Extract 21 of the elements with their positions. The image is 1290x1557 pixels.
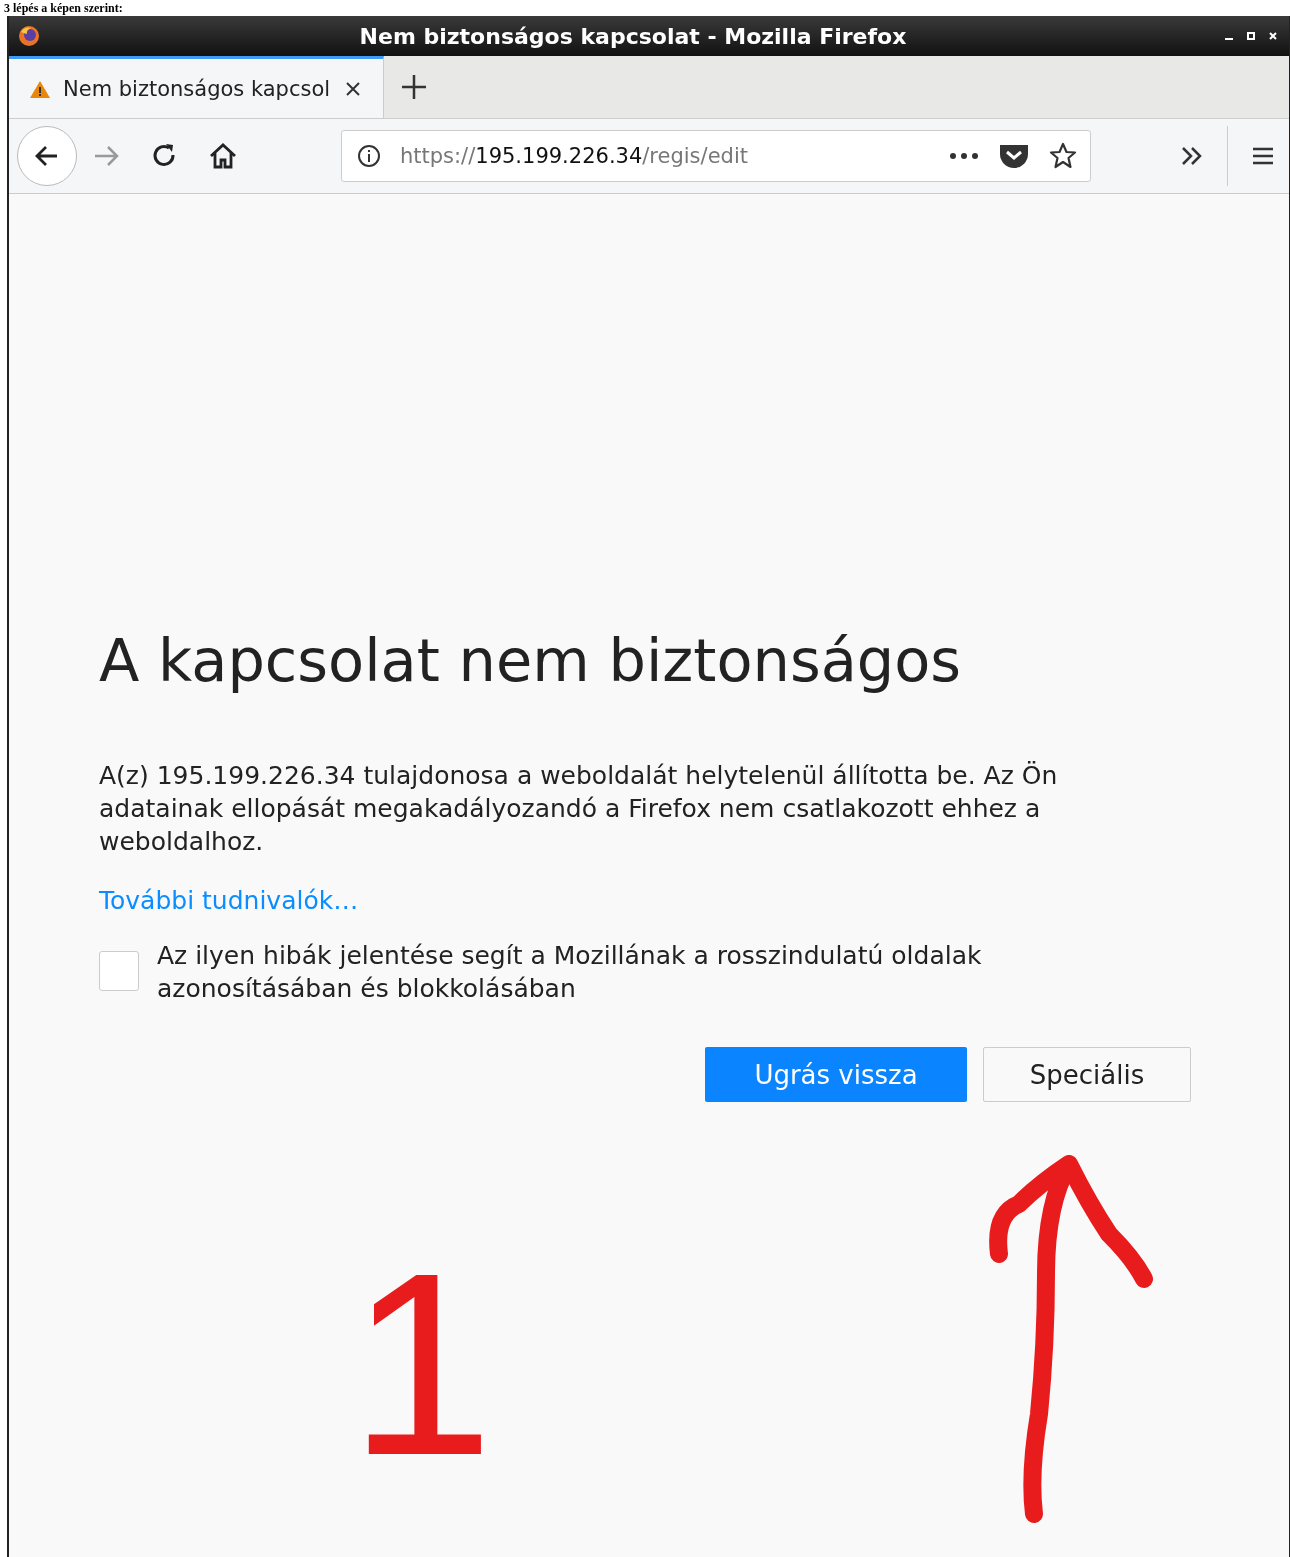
- go-back-button[interactable]: Ugrás vissza: [705, 1047, 967, 1102]
- url-text: https://195.199.226.34/regis/edit: [400, 144, 749, 168]
- address-bar[interactable]: https://195.199.226.34/regis/edit: [341, 130, 1091, 182]
- close-button[interactable]: [1269, 32, 1277, 40]
- annotation-number: 1: [349, 1234, 494, 1494]
- browser-tab[interactable]: Nem biztonságos kapcsol: [9, 56, 384, 118]
- browser-logo-icon: [17, 24, 41, 48]
- more-icon[interactable]: [948, 151, 980, 161]
- window-title: Nem biztonságos kapcsolat - Mozilla Firefox: [358, 23, 908, 49]
- info-icon[interactable]: [356, 143, 382, 169]
- error-heading: A kapcsolat nem biztonságos: [99, 626, 963, 695]
- tab-title: Nem biztonságos kapcsol: [63, 76, 331, 101]
- new-tab-icon[interactable]: [399, 72, 429, 102]
- report-checkbox[interactable]: [99, 951, 139, 991]
- pocket-icon[interactable]: [998, 142, 1030, 170]
- report-label: Az ilyen hibák jelentése segít a Mozillának a rosszindulatú oldalak azonosításában és blokkolásában: [157, 940, 983, 1005]
- error-message: A(z) 195.199.226.34 tulajdonosa a weboldalát helytelenül állította be. Az Ön adatainak ellopását megakadályozandó a Firefox nem csatlakozott ehhez a weboldalhoz.: [99, 760, 1059, 858]
- caption-text: 3 lépés a képen szerint:: [3, 0, 124, 16]
- star-icon[interactable]: [1048, 141, 1078, 171]
- maximize-button[interactable]: [1247, 32, 1255, 40]
- advanced-button[interactable]: Speciális: [983, 1047, 1191, 1102]
